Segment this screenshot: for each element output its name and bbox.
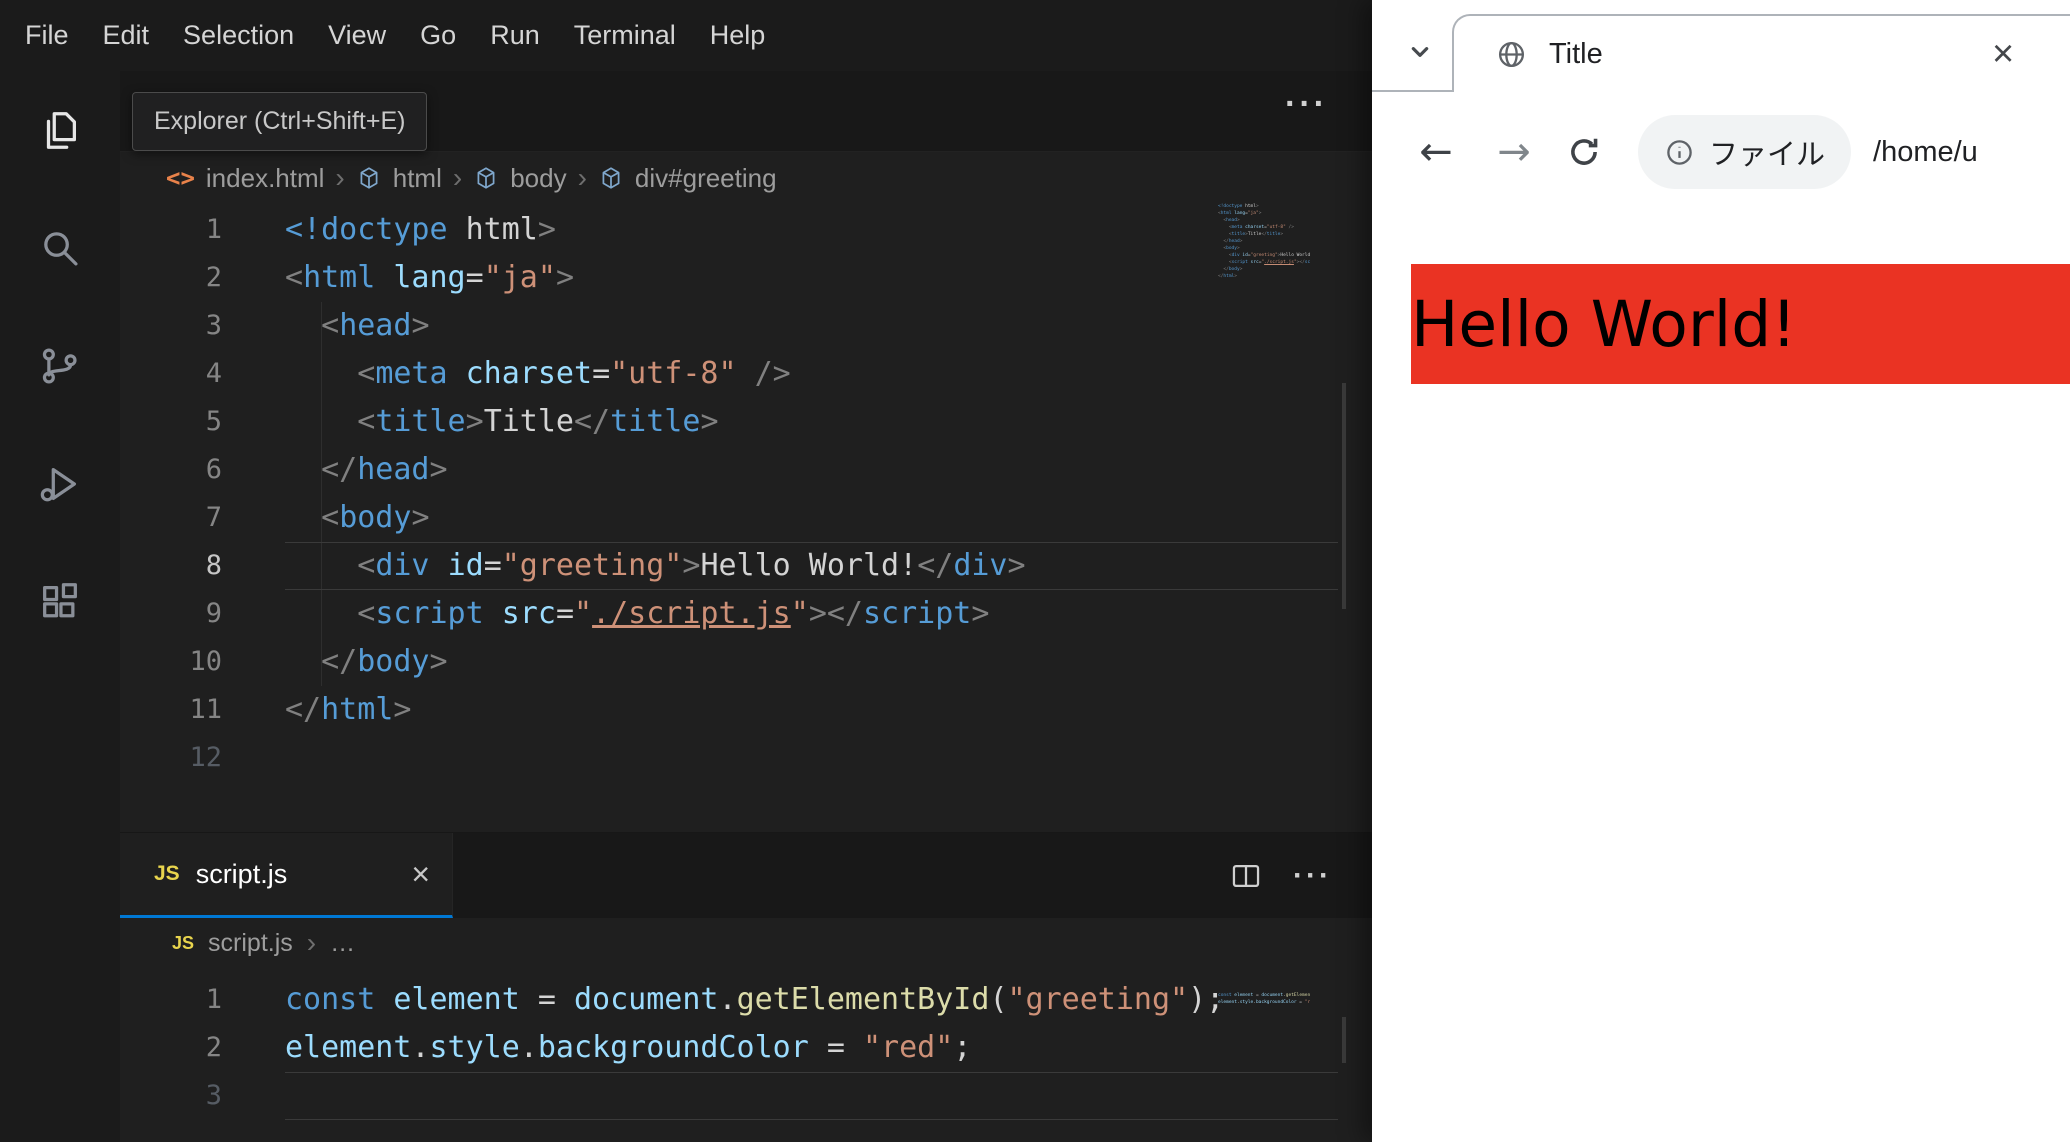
menu-selection[interactable]: Selection — [166, 20, 311, 51]
split-editor-icon[interactable] — [1229, 859, 1263, 893]
js-breadcrumb: JS script.js › … — [120, 918, 1372, 968]
back-icon[interactable]: ← — [1410, 129, 1462, 175]
breadcrumb-js-file[interactable]: script.js — [208, 929, 293, 958]
html-code-lines[interactable]: 1 <!doctype html> 2 <html lang="ja"> 3 <head… — [120, 206, 1372, 782]
menu-terminal[interactable]: Terminal — [557, 20, 693, 51]
chip-label: ファイル — [1709, 139, 1826, 171]
address-bar-url[interactable]: /home/u — [1873, 136, 2070, 169]
tab-label: script.js — [195, 858, 288, 889]
explorer-tooltip: Explorer (Ctrl+Shift+E) — [132, 92, 428, 151]
menu-go[interactable]: Go — [403, 20, 473, 51]
source-control-icon[interactable] — [0, 307, 120, 425]
breadcrumb-ellipsis[interactable]: … — [330, 929, 355, 958]
html-file-icon: <> — [166, 164, 195, 192]
browser-toolbar: ← → ファイル /home/u — [1372, 92, 2070, 212]
chevron-right-icon: › — [452, 162, 463, 193]
chevron-right-icon: › — [306, 927, 317, 958]
scrollbar-thumb[interactable] — [1342, 383, 1346, 609]
search-icon[interactable] — [0, 189, 120, 307]
run-debug-icon[interactable] — [0, 425, 120, 543]
browser-tab-strip: Title × — [1372, 0, 2070, 92]
minimap[interactable]: const element = document.getElementById(… — [1218, 992, 1310, 1132]
menu-edit[interactable]: Edit — [86, 20, 167, 51]
menu-file[interactable]: File — [8, 20, 86, 51]
symbol-cube-icon — [602, 167, 620, 189]
js-icon: JS — [154, 862, 180, 885]
html-code-editor[interactable]: 1 <!doctype html> 2 <html lang="ja"> 3 <head… — [120, 203, 1372, 832]
info-icon — [1667, 139, 1692, 165]
js-code-lines[interactable]: 1 const element = document.getElementById… — [120, 976, 1372, 1120]
tab-search-chevron-icon[interactable] — [1404, 36, 1436, 73]
explorer-icon[interactable] — [0, 71, 120, 189]
breadcrumb-file[interactable]: index.html — [206, 163, 325, 194]
panel-actions: ··· — [1229, 833, 1372, 918]
close-tab-icon[interactable]: × — [411, 858, 430, 890]
breadcrumb: <> index.html › html › body › div#greeti… — [120, 152, 1372, 204]
activity-bar — [0, 71, 120, 1142]
menu-run[interactable]: Run — [473, 20, 557, 51]
js-code-editor[interactable]: 1 const element = document.getElementById… — [120, 968, 1372, 1142]
globe-icon — [1498, 41, 1525, 67]
reload-icon[interactable] — [1566, 134, 1602, 170]
js-icon: JS — [172, 932, 195, 953]
extensions-icon[interactable] — [0, 543, 120, 661]
browser-window: Title × ← → ファイル /home/u Hello World! — [1372, 0, 2070, 1142]
panel-tab-bar: JS script.js × ··· — [120, 833, 1372, 918]
chevron-right-icon: › — [577, 162, 587, 193]
tab-script-js[interactable]: JS script.js × — [120, 833, 453, 918]
js-editor-group: JS script.js × ··· JS script.js › … 1 con… — [120, 832, 1372, 1142]
chevron-right-icon: › — [335, 162, 345, 193]
more-actions-icon[interactable]: ··· — [1285, 85, 1328, 124]
browser-tab[interactable]: Title × — [1452, 14, 2070, 92]
html-editor-group: ··· Explorer (Ctrl+Shift+E) <> index.htm… — [120, 71, 1372, 832]
minimap[interactable]: <!doctype html> <html lang="ja"> <head> <… — [1218, 203, 1310, 343]
tab-title: Title — [1549, 37, 1603, 70]
greeting-div: Hello World! — [1411, 264, 2070, 384]
scrollbar-thumb[interactable] — [1342, 1017, 1346, 1063]
screen: File Edit Selection View Go Run Terminal… — [0, 0, 2070, 1142]
breadcrumb-html[interactable]: html — [393, 163, 442, 194]
file-scheme-chip[interactable]: ファイル — [1638, 115, 1852, 189]
menu-view[interactable]: View — [311, 20, 403, 51]
breadcrumb-body[interactable]: body — [510, 163, 566, 194]
breadcrumb-div-greeting[interactable]: div#greeting — [635, 163, 777, 194]
menu-help[interactable]: Help — [693, 20, 783, 51]
forward-icon[interactable]: → — [1488, 129, 1540, 175]
vscode-window: File Edit Selection View Go Run Terminal… — [0, 0, 1372, 1142]
menu-bar: File Edit Selection View Go Run Terminal… — [0, 0, 1372, 71]
page-content: Hello World! — [1372, 212, 2070, 1142]
more-actions-icon[interactable]: ··· — [1293, 859, 1332, 893]
close-tab-icon[interactable]: × — [1992, 35, 2014, 73]
symbol-cube-icon — [360, 167, 378, 189]
symbol-cube-icon — [477, 167, 495, 189]
